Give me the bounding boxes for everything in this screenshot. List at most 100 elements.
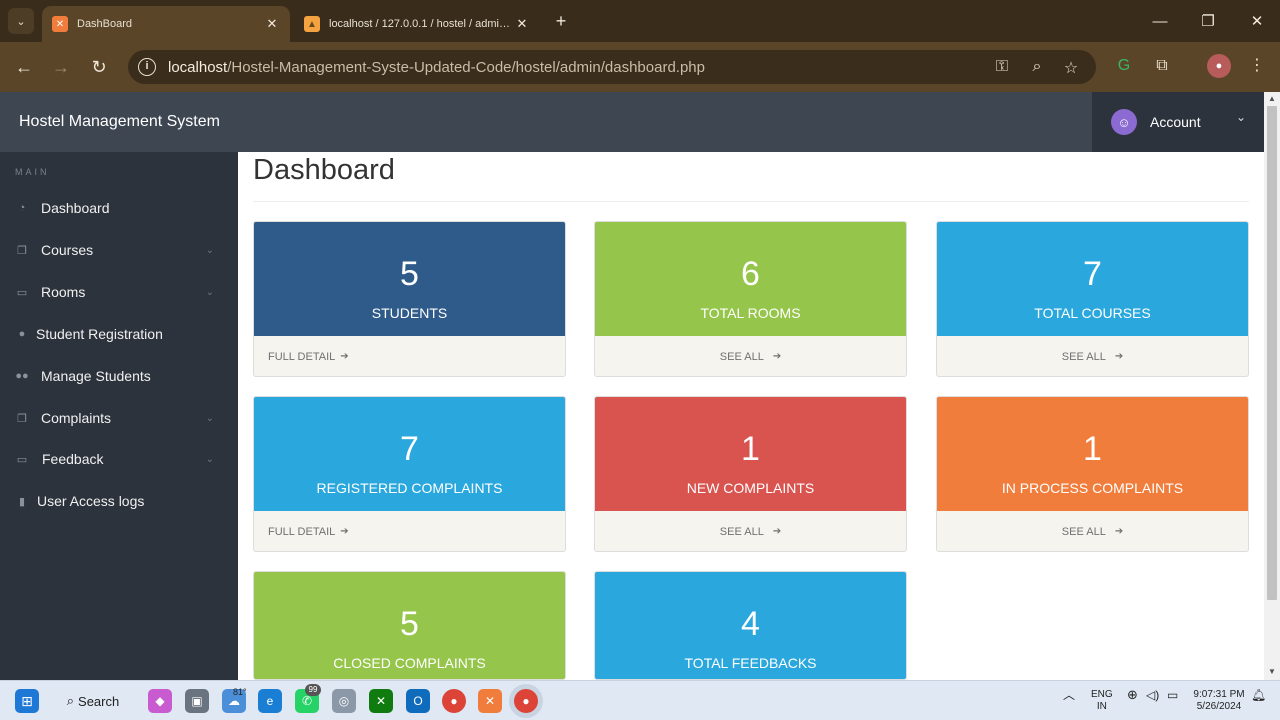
profile-avatar-icon[interactable]: ● <box>1207 54 1231 78</box>
app-header: Hostel Management System ☺ Account ⌄ <box>0 92 1264 152</box>
xbox-icon[interactable]: ✕ <box>369 689 393 713</box>
browser-menu-icon[interactable]: ⋮ <box>1245 54 1269 78</box>
language-indicator[interactable]: ENG IN <box>1091 689 1113 713</box>
back-icon[interactable]: ← <box>12 55 36 79</box>
edge-icon[interactable]: e <box>258 689 282 713</box>
minimize-icon[interactable]: — <box>1137 8 1183 36</box>
scroll-up-icon[interactable]: ▲ <box>1267 94 1277 104</box>
stat-card-students: 5 STUDENTS FULL DETAIL ➔ <box>253 221 566 377</box>
restore-icon[interactable]: ❐ <box>1185 8 1231 36</box>
stat-link-label: SEE ALL <box>1061 350 1106 363</box>
stat-label: TOTAL COURSES <box>1034 305 1151 321</box>
close-tab-icon[interactable]: ✕ <box>514 16 530 32</box>
stat-card-registered-complaints: 7 REGISTERED COMPLAINTS FULL DETAIL ➔ <box>253 396 566 552</box>
close-window-icon[interactable]: ✕ <box>1234 8 1280 36</box>
brand-title[interactable]: Hostel Management System <box>19 113 220 131</box>
battery-icon[interactable]: ▭ <box>1167 689 1178 701</box>
stat-value: 5 <box>400 605 419 643</box>
close-tab-icon[interactable]: ✕ <box>264 16 280 32</box>
xampp-icon[interactable]: ✕ <box>478 689 502 713</box>
reload-icon[interactable]: ↻ <box>87 55 111 79</box>
stat-value: 7 <box>1083 255 1102 293</box>
address-bar[interactable]: i localhost/Hostel-Management-Syste-Upda… <box>128 50 1096 84</box>
arrow-right-icon: ➔ <box>340 351 349 362</box>
site-info-icon[interactable]: i <box>138 58 156 76</box>
sidebar-item-complaints[interactable]: ❐ Complaints ⌄ <box>0 403 238 433</box>
sidebar-item-label: Complaints <box>41 410 112 426</box>
zoom-icon[interactable]: ⌕ <box>1027 58 1047 76</box>
scroll-down-icon[interactable]: ▼ <box>1267 667 1277 677</box>
account-menu[interactable]: ☺ Account ⌄ <box>1092 92 1264 152</box>
browser-tab-active[interactable]: ✕ DashBoard ✕ <box>42 6 290 42</box>
tray-overflow-chevron-icon[interactable]: ︿ <box>1063 689 1075 701</box>
extensions-icon[interactable]: ⧉ <box>1150 54 1174 78</box>
dashboard-icon: ◔ <box>18 202 26 214</box>
url-text[interactable]: localhost/Hostel-Management-Syste-Update… <box>168 59 705 76</box>
browser-tab[interactable]: ▲ localhost / 127.0.0.1 / hostel / admin… <box>294 6 540 42</box>
windows-start-icon[interactable]: ⊞ <box>15 689 39 713</box>
sidebar-item-student-registration[interactable]: ● Student Registration <box>0 319 238 349</box>
sidebar-item-feedback[interactable]: ▭ Feedback ⌄ <box>0 444 238 474</box>
tab-title: DashBoard <box>77 18 133 30</box>
taskbar-search[interactable]: ⌕ Search <box>55 687 131 715</box>
stat-card-total-rooms: 6 TOTAL ROOMS SEE ALL ➔ <box>594 221 907 377</box>
browser-toolbar: ← → ↻ i localhost/Hostel-Management-Syst… <box>0 42 1280 92</box>
chrome-icon[interactable]: ● <box>442 689 466 713</box>
new-tab-icon[interactable]: + <box>549 10 573 32</box>
outlook-icon[interactable]: O <box>406 689 430 713</box>
chrome-active-icon[interactable]: ● <box>514 689 538 713</box>
stat-label: IN PROCESS COMPLAINTS <box>1001 480 1184 496</box>
sidebar-item-manage-students[interactable]: ●● Manage Students <box>0 361 238 391</box>
grammarly-icon[interactable]: G <box>1112 54 1136 78</box>
clock[interactable]: 9:07:31 PM 5/26/2024 <box>1192 689 1246 713</box>
clock-date: 5/26/2024 <box>1196 701 1242 712</box>
stat-card-new-complaints: 1 NEW COMPLAINTS SEE ALL ➔ <box>594 396 907 552</box>
sidebar-item-user-access-logs[interactable]: ▮ User Access logs <box>0 486 238 516</box>
sidebar-item-rooms[interactable]: ▭ Rooms ⌄ <box>0 277 238 307</box>
sidebar-item-courses[interactable]: ❐ Courses ⌄ <box>0 235 238 265</box>
copilot-icon[interactable]: ◆ <box>148 689 172 713</box>
stat-card-in-process-complaints: 1 IN PROCESS COMPLAINTS SEE ALL ➔ <box>936 396 1249 552</box>
user-icon: ● <box>18 328 26 340</box>
stat-value: 7 <box>400 430 419 468</box>
stat-card-link[interactable]: SEE ALL ➔ <box>937 336 1248 376</box>
network-icon[interactable]: ⊕ <box>1127 688 1138 701</box>
sidebar-item-dashboard[interactable]: ◔ Dashboard <box>0 193 238 223</box>
stat-label: NEW COMPLAINTS <box>686 480 815 496</box>
stat-card-panel: 5 CLOSED COMPLAINTS <box>254 572 565 679</box>
arrow-right-icon: ➔ <box>772 351 782 362</box>
password-key-icon[interactable]: ⚿ <box>992 58 1012 76</box>
bookmark-star-icon[interactable]: ☆ <box>1061 58 1081 78</box>
region-code: IN <box>1096 701 1107 712</box>
stat-value: 6 <box>741 255 760 293</box>
sidebar-item-label: Dashboard <box>41 200 110 216</box>
scrollbar-thumb[interactable] <box>1267 106 1277 600</box>
stat-card-link[interactable]: SEE ALL ➔ <box>937 511 1248 551</box>
divider <box>253 201 1249 202</box>
forward-icon[interactable]: → <box>49 55 73 79</box>
photos-icon[interactable]: ◎ <box>332 689 356 713</box>
tab-search-chevron-icon[interactable]: ⌄ <box>8 8 34 34</box>
page-scrollbar[interactable]: ▲ ▼ <box>1264 92 1280 680</box>
stat-card-link[interactable]: SEE ALL ➔ <box>595 336 906 376</box>
task-view-icon[interactable]: ▣ <box>185 689 209 713</box>
chevron-down-icon: ⌄ <box>205 286 214 298</box>
stat-card-panel: 4 TOTAL FEEDBACKS <box>595 572 906 679</box>
sidebar-item-label: Student Registration <box>36 326 163 342</box>
url-path: /Hostel-Management-Syste-Updated-Code/ho… <box>227 58 705 76</box>
stat-label: TOTAL FEEDBACKS <box>684 655 817 671</box>
tab-title: localhost / 127.0.0.1 / hostel / admin |… <box>329 18 514 30</box>
stat-label: REGISTERED COMPLAINTS <box>316 480 503 496</box>
notification-bell-icon[interactable]: 🔔︎ <box>1251 689 1266 701</box>
stat-card-link[interactable]: FULL DETAIL ➔ <box>254 511 565 551</box>
stat-card-link[interactable]: SEE ALL ➔ <box>595 511 906 551</box>
arrow-right-icon: ➔ <box>340 526 349 537</box>
language-code: ENG <box>1091 689 1113 700</box>
stat-card-closed-complaints: 5 CLOSED COMPLAINTS <box>253 571 566 680</box>
stat-card-panel: 1 NEW COMPLAINTS <box>595 397 906 511</box>
volume-icon[interactable]: ◁) <box>1146 689 1159 701</box>
phpmyadmin-icon: ▲ <box>304 16 320 32</box>
stat-card-link[interactable]: FULL DETAIL ➔ <box>254 336 565 376</box>
sidebar-item-label: Manage Students <box>41 368 151 384</box>
stat-card-panel: 7 REGISTERED COMPLAINTS <box>254 397 565 511</box>
